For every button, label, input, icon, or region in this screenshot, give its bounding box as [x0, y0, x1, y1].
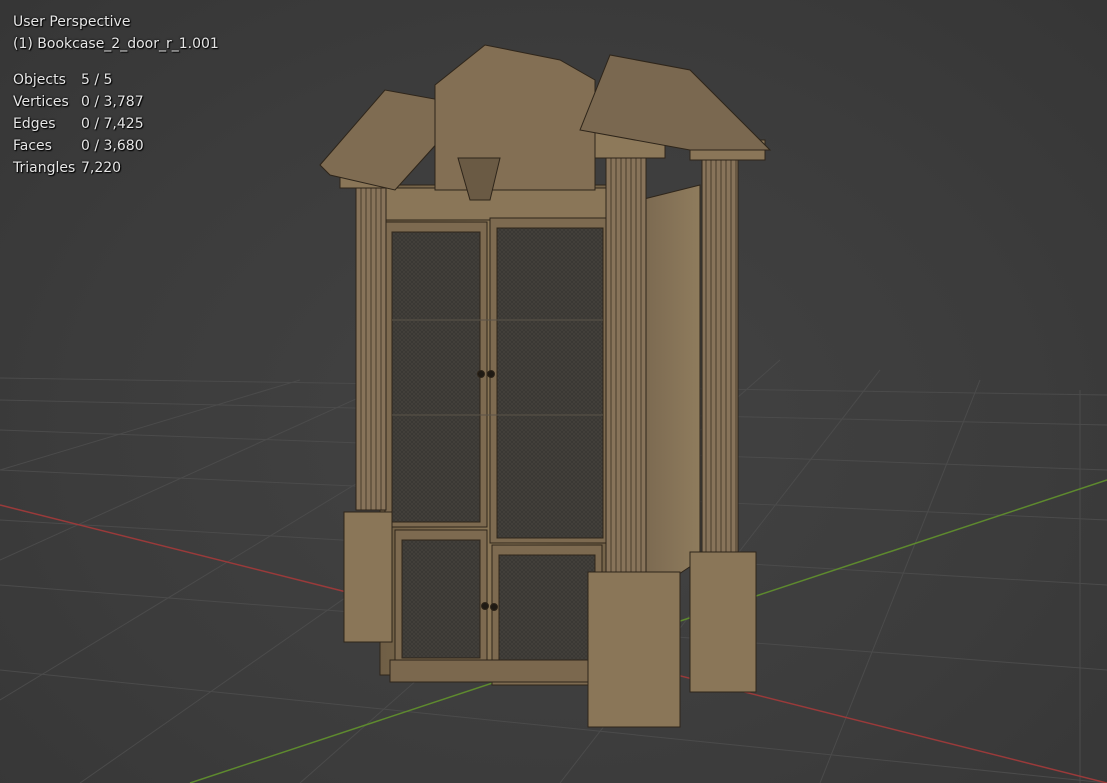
door-knob: [481, 602, 489, 610]
lower-left-glass: [401, 539, 481, 659]
left-column-shaft: [355, 187, 387, 511]
upper-left-glass: [391, 231, 481, 523]
back-column-pedestal: [689, 551, 757, 693]
door-knob: [490, 603, 498, 611]
front-column-shaft: [605, 157, 647, 574]
bookcase-plinth: [389, 659, 611, 683]
upper-right-glass: [496, 227, 604, 539]
front-column-pedestal: [587, 571, 681, 728]
bookcase-model[interactable]: [319, 44, 772, 728]
viewport-scene[interactable]: [0, 0, 1107, 783]
door-knob: [477, 370, 485, 378]
left-column-pedestal: [343, 511, 393, 643]
pediment-left-scroll: [319, 89, 441, 191]
lower-right-glass: [498, 554, 596, 678]
bookcase-frieze: [379, 187, 646, 221]
bookcase-side-panel: [639, 184, 701, 601]
door-knob: [487, 370, 495, 378]
back-column-shaft: [701, 159, 739, 556]
3d-viewport[interactable]: User Perspective (1) Bookcase_2_door_r_1…: [0, 0, 1107, 783]
pediment-center: [434, 44, 596, 191]
